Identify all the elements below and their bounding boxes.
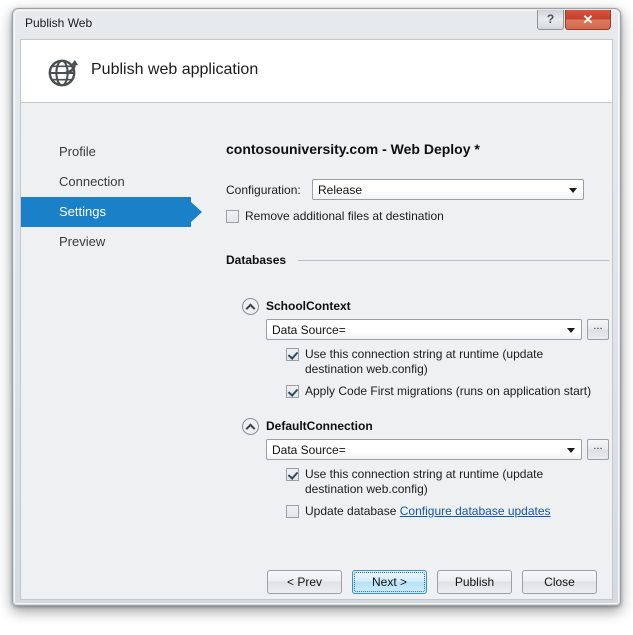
checkbox-box [286, 468, 299, 481]
connection-string-value: Data Source= [272, 323, 346, 337]
checkbox-box [226, 210, 239, 223]
checkbox-label: Apply Code First migrations (runs on app… [305, 384, 592, 398]
configuration-value: Release [318, 183, 363, 197]
checkbox-box [286, 385, 299, 398]
sidebar-item-profile[interactable]: Profile [21, 137, 193, 167]
sidebar-item-preview[interactable]: Preview [21, 227, 193, 257]
checkbox-label: Remove additional files at destination [245, 209, 444, 223]
checkbox-label: Update database Configure database updat… [305, 504, 551, 519]
databases-group-label: Databases [226, 253, 293, 267]
configuration-label: Configuration: [226, 183, 301, 197]
database-name: DefaultConnection [266, 419, 373, 433]
publish-button[interactable]: Publish [437, 570, 512, 594]
connection-string-value: Data Source= [272, 443, 346, 457]
close-button[interactable]: Close [522, 570, 597, 594]
dialog-header: Publish web application [20, 39, 613, 103]
prev-button[interactable]: < Prev [267, 570, 342, 594]
connection-string-select-defaultconnection[interactable]: Data Source= [266, 439, 582, 460]
dialog-footer: < Prev Next > Publish Close [20, 564, 613, 600]
browse-connection-button-schoolcontext[interactable]: ... [587, 319, 609, 340]
help-button[interactable]: ? [537, 10, 564, 30]
page-title: Publish web application [91, 61, 259, 78]
configuration-select[interactable]: Release [312, 179, 584, 200]
collapse-chevron-up-icon[interactable] [242, 418, 259, 435]
sidebar-item-label: Preview [59, 234, 106, 249]
sidebar-item-label: Settings [59, 204, 106, 219]
checkbox-label: Use this connection string at runtime (u… [305, 347, 544, 376]
chevron-down-icon [567, 328, 575, 333]
globe-publish-icon [46, 54, 82, 90]
group-separator [298, 260, 609, 261]
sidebar-item-label: Profile [59, 144, 96, 159]
focus-ring [354, 572, 425, 592]
window-title: Publish Web [25, 16, 93, 30]
checkbox-box [286, 505, 299, 518]
sidebar-item-connection[interactable]: Connection [21, 167, 193, 197]
database-name: SchoolContext [266, 299, 351, 313]
dialog-body: Profile Connection Settings Preview cont… [20, 103, 613, 564]
publish-web-dialog: Publish Web ? ✕ Publish web application … [12, 8, 621, 606]
title-bar: Publish Web ? ✕ [13, 9, 620, 38]
checkbox-label: Use this connection string at runtime (u… [305, 467, 544, 496]
update-database-label: Update database [305, 504, 397, 518]
chevron-down-icon [567, 448, 575, 453]
next-button[interactable]: Next > [352, 570, 427, 594]
close-window-button[interactable]: ✕ [565, 10, 611, 30]
sidebar-item-settings[interactable]: Settings [21, 197, 202, 227]
browse-connection-button-defaultconnection[interactable]: ... [587, 439, 609, 460]
project-title: contosouniversity.com - Web Deploy * [226, 141, 480, 157]
checkbox-box [286, 348, 299, 361]
connection-string-select-schoolcontext[interactable]: Data Source= [266, 319, 582, 340]
chevron-down-icon [569, 188, 577, 193]
sidebar: Profile Connection Settings Preview [21, 137, 202, 257]
collapse-chevron-up-icon[interactable] [242, 298, 259, 315]
configure-database-updates-link[interactable]: Configure database updates [400, 504, 551, 518]
sidebar-item-label: Connection [59, 174, 125, 189]
